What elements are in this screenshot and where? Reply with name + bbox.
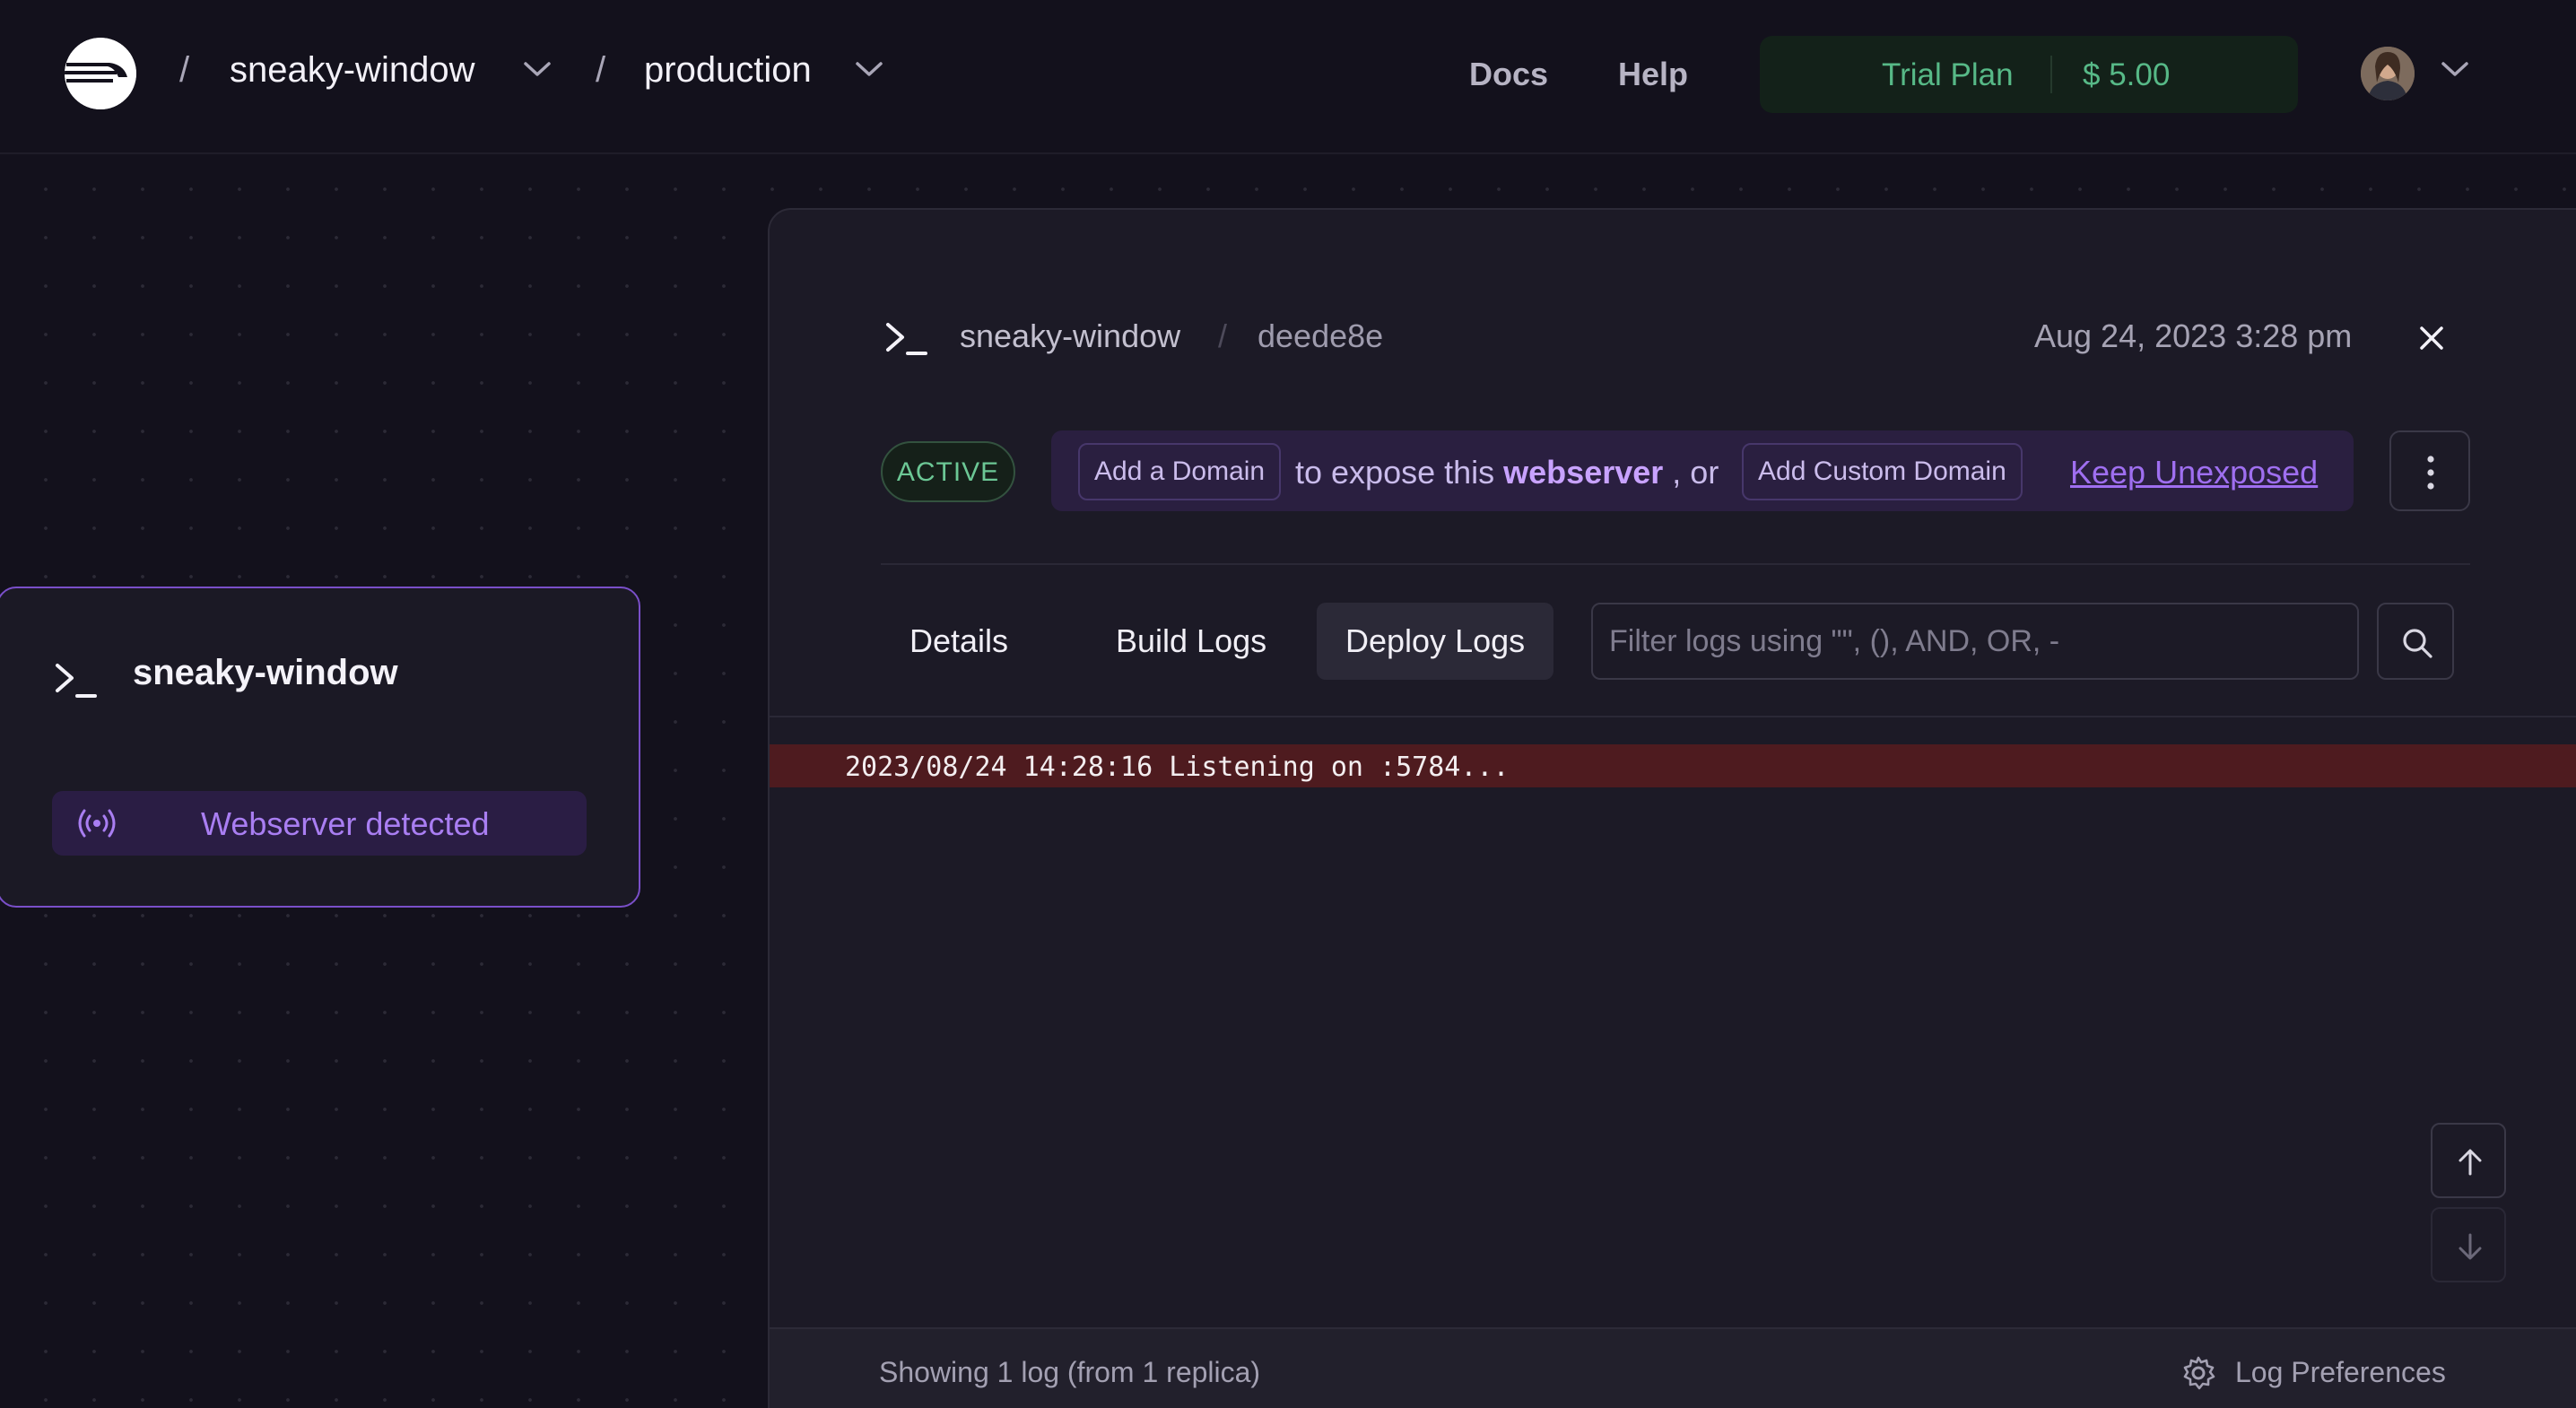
service-card[interactable]: sneaky-window Webserver detected [0, 587, 640, 908]
plan-divider [2050, 56, 2052, 93]
top-nav-bar: / sneaky-window / production Docs Help T… [0, 0, 2576, 154]
search-icon [2403, 629, 2432, 658]
webserver-status-text: Webserver detected [201, 805, 490, 842]
add-custom-domain-button[interactable]: Add Custom Domain [1742, 443, 2023, 500]
log-count-text: Showing 1 log (from 1 replica) [879, 1356, 1261, 1388]
terminal-icon [56, 664, 97, 698]
deployment-date: Aug 24, 2023 3:28 pm [2034, 317, 2353, 354]
add-domain-button[interactable]: Add a Domain [1078, 443, 1282, 500]
divider [770, 716, 2576, 717]
docs-link[interactable]: Docs [1469, 56, 1548, 93]
status-badge-label: ACTIVE [896, 457, 1000, 487]
more-vertical-icon [2427, 456, 2434, 490]
terminal-icon [886, 323, 927, 355]
arrow-up-icon [2459, 1149, 2482, 1176]
plan-label: Trial Plan [1882, 57, 2014, 92]
gear-icon[interactable] [2180, 1354, 2217, 1392]
keep-unexposed-link[interactable]: Keep Unexposed [2070, 454, 2318, 491]
panel-breadcrumb-separator: / [1218, 317, 1228, 354]
more-options-button[interactable] [2389, 430, 2470, 511]
tab-deploy-logs[interactable]: Deploy Logs [1317, 603, 1554, 680]
railway-logo-icon[interactable] [65, 38, 136, 109]
log-filter-input[interactable] [1591, 603, 2359, 680]
log-entry[interactable]: 2023/08/24 14:28:16 Listening on :5784..… [770, 744, 2576, 787]
log-footer: Showing 1 log (from 1 replica) Log Prefe… [770, 1327, 2576, 1408]
divider [881, 563, 2470, 565]
plan-credit-amount: $ 5.00 [2083, 57, 2171, 92]
webserver-detected-badge[interactable]: Webserver detected [52, 791, 587, 856]
domain-text-after: , or [1672, 454, 1719, 491]
domain-text-before: to expose this [1295, 454, 1495, 491]
arrow-down-icon [2459, 1233, 2482, 1260]
tab-build-logs[interactable]: Build Logs [1087, 603, 1295, 680]
chevron-down-icon[interactable] [854, 59, 884, 79]
deployment-panel: sneaky-window / deede8e Aug 24, 2023 3:2… [768, 208, 2576, 1408]
panel-service-name: sneaky-window [960, 317, 1181, 354]
tab-details[interactable]: Details [881, 603, 1037, 680]
help-link[interactable]: Help [1618, 56, 1688, 93]
domain-callout-text: to expose this webserver , or [1295, 454, 1719, 491]
trial-plan-badge[interactable]: Trial Plan $ 5.00 [1760, 36, 2298, 113]
breadcrumb-separator: / [596, 50, 606, 90]
service-name: sneaky-window [133, 653, 398, 692]
commit-hash: deede8e [1258, 317, 1384, 354]
domain-callout: Add a Domain to expose this webserver , … [1051, 430, 2354, 511]
status-badge: ACTIVE [881, 441, 1015, 502]
close-icon[interactable] [2416, 323, 2447, 353]
log-preferences-button[interactable]: Log Preferences [2235, 1356, 2446, 1389]
breadcrumb-project[interactable]: sneaky-window [230, 50, 474, 91]
user-avatar[interactable] [2361, 47, 2415, 100]
account-menu-chevron-icon[interactable] [2440, 59, 2470, 79]
log-entry-text: 2023/08/24 14:28:16 Listening on :5784..… [845, 752, 1510, 783]
domain-text-emphasis: webserver [1503, 454, 1664, 491]
breadcrumb-environment[interactable]: production [644, 50, 812, 91]
search-button[interactable] [2377, 603, 2454, 680]
scroll-to-top-button[interactable] [2431, 1123, 2506, 1198]
chevron-down-icon[interactable] [522, 59, 553, 79]
broadcast-icon [78, 809, 116, 838]
scroll-to-bottom-button[interactable] [2431, 1207, 2506, 1282]
breadcrumb-separator: / [179, 50, 190, 90]
